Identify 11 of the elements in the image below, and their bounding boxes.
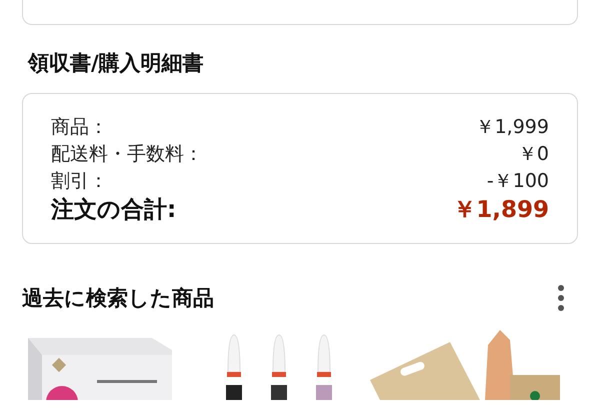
line-price: -￥100 [486, 169, 549, 194]
line-price: ￥1,999 [476, 115, 549, 140]
total-label: 注文の合計: [51, 196, 176, 225]
line-label: 商品： [51, 115, 108, 140]
section-title: 領収書/購入明細書 [28, 50, 205, 77]
line-label: 配送料・手数料： [51, 142, 203, 167]
line-label: 割引： [51, 169, 108, 194]
more-icon[interactable] [556, 284, 566, 312]
line-price: ￥0 [518, 142, 549, 167]
section-title: 過去に検索した商品 [22, 285, 214, 312]
total-price: ￥1,899 [453, 196, 549, 225]
